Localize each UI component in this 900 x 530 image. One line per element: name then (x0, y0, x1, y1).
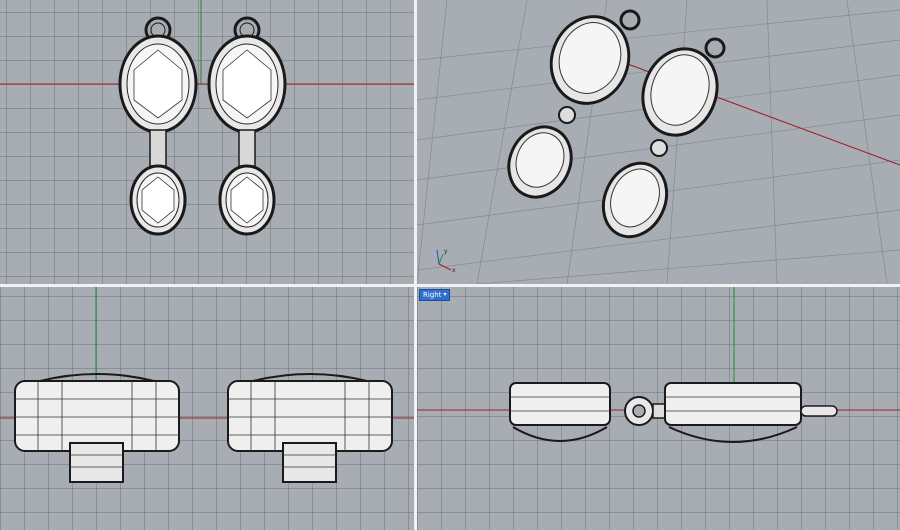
viewport-right[interactable]: Right ▾ (417, 287, 900, 530)
link (238, 129, 256, 167)
earring-side-profile[interactable] (509, 382, 838, 443)
right-view-canvas (417, 287, 900, 443)
perspective-view-canvas: x y (417, 0, 900, 284)
earring-right-front[interactable] (227, 373, 393, 483)
earring-left-front[interactable] (14, 373, 180, 483)
axis-y-label: y (444, 248, 448, 255)
earring-left-top[interactable] (118, 16, 198, 236)
axis-x-label: x (452, 267, 456, 274)
viewport-divider-horizontal[interactable] (0, 284, 900, 287)
earring-right-top[interactable] (207, 16, 287, 236)
viewport-divider-vertical[interactable] (414, 0, 417, 530)
viewport-front[interactable] (0, 287, 414, 530)
axis-triad-icon: x y (436, 248, 456, 274)
top-view-canvas (0, 0, 414, 236)
viewport-perspective[interactable]: x y (417, 0, 900, 284)
front-view-canvas (0, 287, 414, 483)
viewport-top[interactable] (0, 0, 414, 284)
link (149, 129, 167, 167)
rhino-workspace: x y Right ▾ (0, 0, 900, 530)
